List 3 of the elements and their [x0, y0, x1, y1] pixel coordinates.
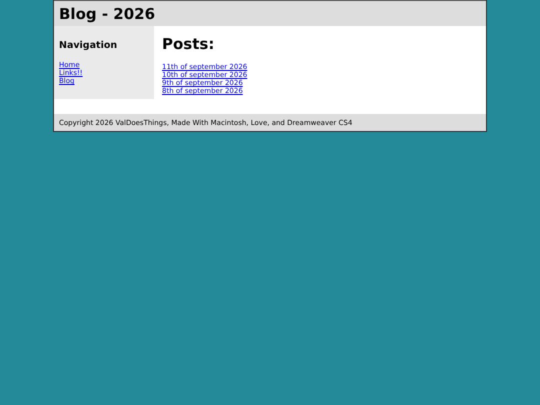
- page-title: Blog - 2026: [59, 4, 156, 22]
- navigation-heading: Navigation: [59, 40, 118, 51]
- posts-heading: Posts:: [162, 35, 216, 53]
